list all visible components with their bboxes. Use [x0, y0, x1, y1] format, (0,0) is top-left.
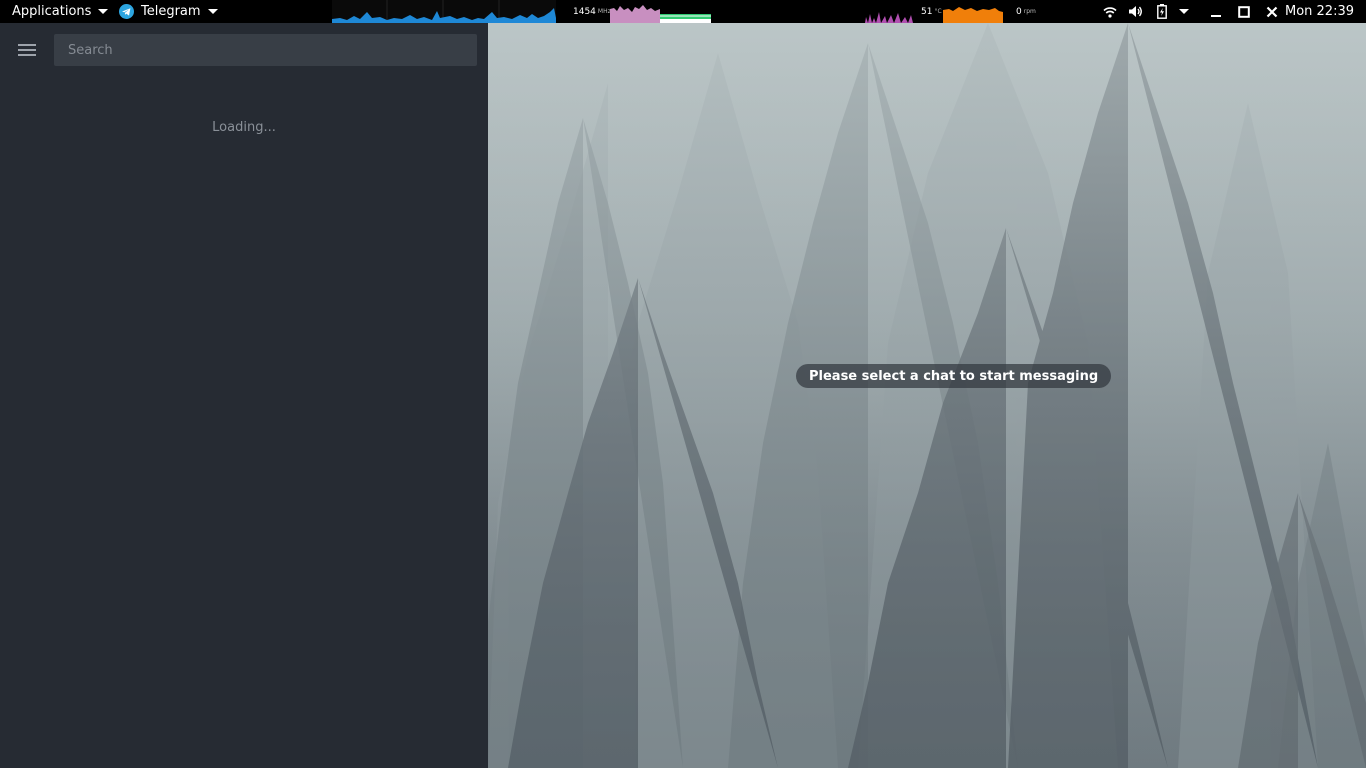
minimize-icon[interactable] — [1208, 4, 1224, 19]
applications-label: Applications — [12, 4, 92, 19]
top-panel: Applications Telegram 1454 MHz 51 °C 0 r… — [0, 0, 1366, 23]
dropdown-arrow-icon — [98, 9, 109, 14]
wifi-icon[interactable] — [1102, 4, 1118, 19]
memory-bar[interactable] — [660, 0, 711, 23]
loading-text: Loading... — [212, 120, 276, 135]
telegram-icon — [119, 4, 134, 19]
cpu-frequency: 1454 MHz — [573, 6, 611, 17]
active-app-menu[interactable]: Telegram — [119, 0, 218, 23]
fan-speed-readout: 0 rpm — [1016, 6, 1036, 17]
chat-background-image — [488, 23, 1366, 768]
dropdown-arrow-icon — [207, 9, 218, 14]
system-menu-arrow-icon[interactable] — [1176, 4, 1192, 19]
active-app-label: Telegram — [141, 4, 201, 19]
select-chat-hint: Please select a chat to start messaging — [796, 364, 1112, 388]
chat-list-panel: Loading... — [0, 23, 488, 768]
maximize-icon[interactable] — [1236, 4, 1252, 19]
menu-icon[interactable] — [18, 43, 36, 57]
volume-icon[interactable] — [1127, 4, 1143, 19]
battery-icon[interactable] — [1154, 4, 1170, 19]
clock[interactable]: Mon 22:39 — [1285, 0, 1354, 23]
temperature-graph[interactable] — [943, 0, 1003, 23]
search-input[interactable] — [54, 34, 477, 66]
cpu-graph[interactable] — [610, 0, 660, 23]
close-icon[interactable] — [1264, 4, 1280, 19]
temperature-readout: 51 °C — [921, 6, 942, 17]
applications-menu[interactable]: Applications — [12, 0, 109, 23]
chat-area: Please select a chat to start messaging — [488, 23, 1366, 768]
load-graph[interactable] — [865, 0, 913, 23]
network-graph[interactable] — [332, 0, 556, 23]
